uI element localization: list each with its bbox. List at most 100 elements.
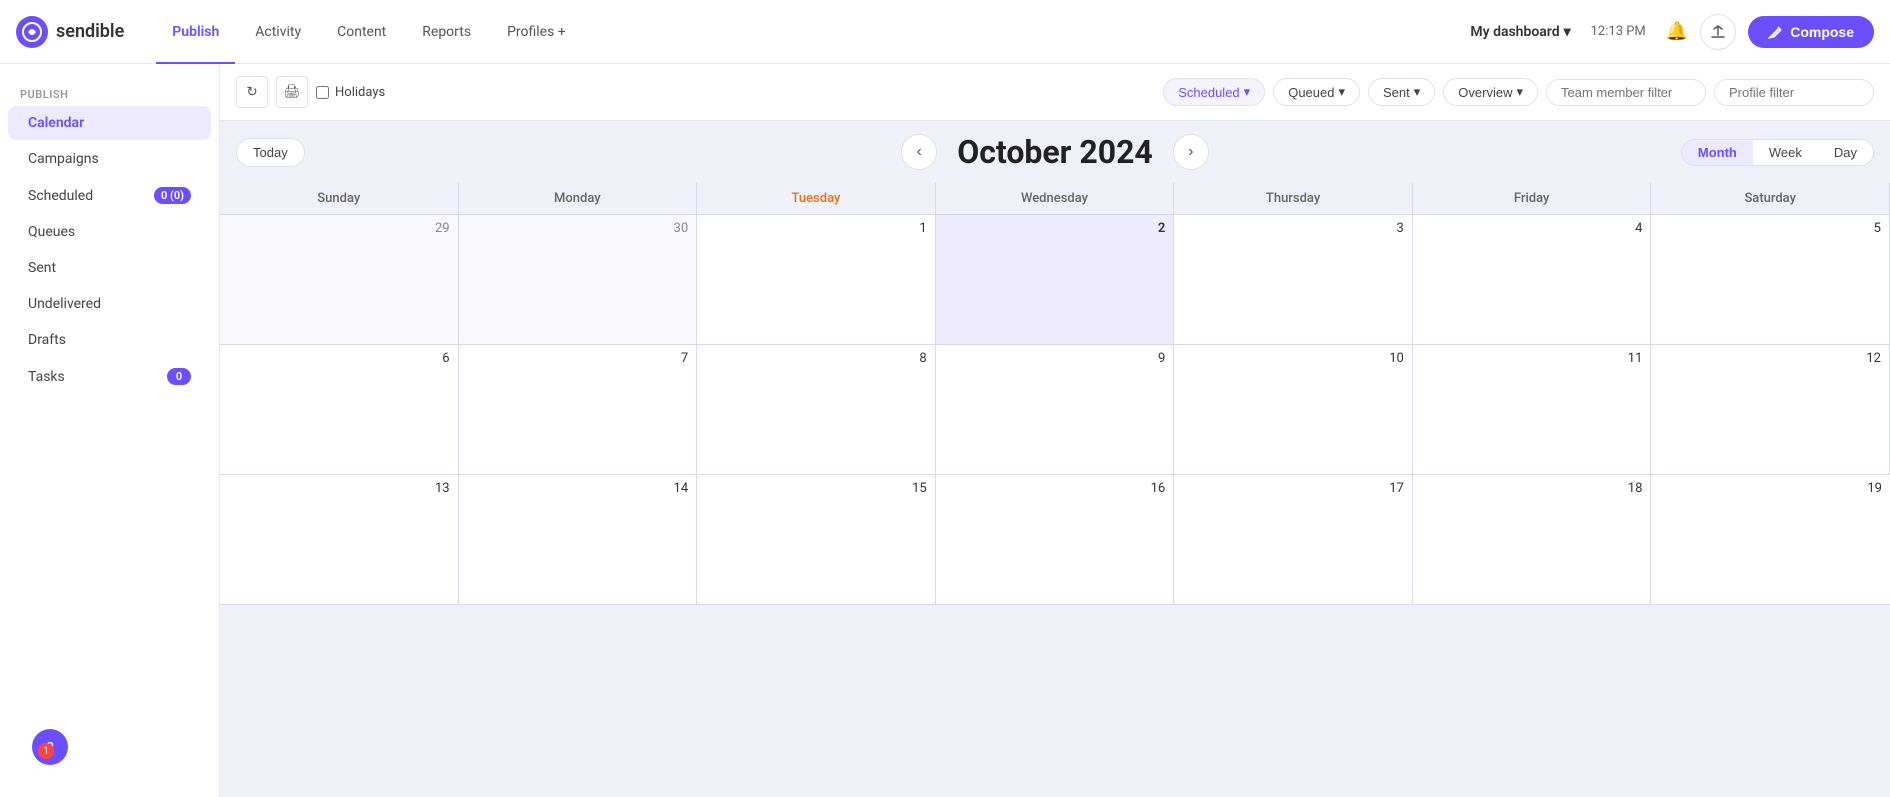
logo-area: sendible <box>16 16 124 48</box>
calendar-body: 293012345678910111213141516171819 <box>220 215 1890 605</box>
cal-cell-0-6[interactable]: 5 <box>1651 215 1890 345</box>
day-header-thursday: Thursday <box>1174 183 1413 214</box>
nav-profiles[interactable]: Profiles + <box>491 16 582 48</box>
sidebar-item-campaigns[interactable]: Campaigns <box>8 142 211 176</box>
calendar-grid: Sunday Monday Tuesday Wednesday Thursday… <box>220 183 1890 797</box>
upload-button[interactable] <box>1700 14 1736 50</box>
overview-filter-button[interactable]: Overview ▾ <box>1443 78 1538 106</box>
refresh-icon: ↻ <box>246 84 257 100</box>
time-display: 12:13 PM <box>1591 24 1646 39</box>
scheduled-filter-button[interactable]: Scheduled ▾ <box>1163 78 1265 106</box>
scheduled-chevron-icon: ▾ <box>1244 84 1251 100</box>
prev-month-button[interactable]: ‹ <box>901 134 937 170</box>
calendar-title: October 2024 <box>957 133 1153 171</box>
cal-cell-0-5[interactable]: 4 <box>1413 215 1652 345</box>
compose-button[interactable]: Compose <box>1748 16 1874 48</box>
nav-activity[interactable]: Activity <box>239 16 317 48</box>
queued-chevron-icon: ▾ <box>1338 84 1345 100</box>
cal-cell-1-6[interactable]: 12 <box>1651 345 1890 475</box>
cal-cell-1-1[interactable]: 7 <box>459 345 698 475</box>
day-number-0-0: 29 <box>228 221 450 236</box>
day-header-sunday: Sunday <box>220 183 459 214</box>
cal-cell-1-3[interactable]: 9 <box>936 345 1175 475</box>
day-number-2-4: 17 <box>1182 481 1404 496</box>
sidebar-item-queues[interactable]: Queues <box>8 215 211 249</box>
bell-icon[interactable]: 🔔 <box>1666 21 1688 42</box>
team-member-filter-input[interactable] <box>1546 79 1706 106</box>
toolbar: ↻ 🖨 Holidays Scheduled ▾ Queued ▾ Sent ▾ <box>220 64 1890 121</box>
cal-cell-2-4[interactable]: 17 <box>1174 475 1413 605</box>
logo-icon <box>16 16 48 48</box>
day-number-0-5: 4 <box>1421 221 1643 236</box>
sidebar-section-label: PUBLISH <box>0 80 219 105</box>
cal-cell-1-4[interactable]: 10 <box>1174 345 1413 475</box>
cal-cell-0-1[interactable]: 30 <box>459 215 698 345</box>
day-header-saturday: Saturday <box>1651 183 1890 214</box>
cal-cell-2-6[interactable]: 19 <box>1651 475 1890 605</box>
sidebar-item-tasks[interactable]: Tasks 0 <box>8 359 211 394</box>
tasks-badge: 0 <box>167 368 191 385</box>
day-number-2-6: 19 <box>1659 481 1882 496</box>
top-nav: sendible Publish Activity Content Report… <box>0 0 1890 64</box>
month-view-button[interactable]: Month <box>1682 140 1753 165</box>
day-header-tuesday: Tuesday <box>697 183 936 214</box>
sidebar-item-drafts[interactable]: Drafts <box>8 323 211 357</box>
day-header-wednesday: Wednesday <box>936 183 1175 214</box>
cal-cell-0-3[interactable]: 2 <box>936 215 1175 345</box>
content-area: ↻ 🖨 Holidays Scheduled ▾ Queued ▾ Sent ▾ <box>220 64 1890 797</box>
sent-filter-button[interactable]: Sent ▾ <box>1368 78 1435 106</box>
print-button[interactable]: 🖨 <box>276 76 308 108</box>
cal-cell-1-5[interactable]: 11 <box>1413 345 1652 475</box>
week-view-button[interactable]: Week <box>1753 140 1818 165</box>
cal-cell-2-1[interactable]: 14 <box>459 475 698 605</box>
cal-cell-0-2[interactable]: 1 <box>697 215 936 345</box>
day-number-2-2: 15 <box>705 481 927 496</box>
day-headers-row: Sunday Monday Tuesday Wednesday Thursday… <box>220 183 1890 215</box>
sidebar-item-sent[interactable]: Sent <box>8 251 211 285</box>
holidays-checkbox[interactable] <box>316 86 329 99</box>
next-month-button[interactable]: › <box>1173 134 1209 170</box>
day-view-button[interactable]: Day <box>1818 140 1873 165</box>
main-layout: PUBLISH Calendar Campaigns Scheduled 0 (… <box>0 64 1890 797</box>
print-icon: 🖨 <box>284 84 301 100</box>
nav-links: Publish Activity Content Reports Profile… <box>156 16 1470 48</box>
cal-cell-1-2[interactable]: 8 <box>697 345 936 475</box>
sidebar-item-undelivered[interactable]: Undelivered <box>8 287 211 321</box>
day-number-1-2: 8 <box>705 351 927 366</box>
cal-cell-0-0[interactable]: 29 <box>220 215 459 345</box>
day-number-2-5: 18 <box>1421 481 1643 496</box>
prev-icon: ‹ <box>917 143 922 161</box>
help-button-wrapper: ? 1 <box>16 745 52 781</box>
cal-cell-2-3[interactable]: 16 <box>936 475 1175 605</box>
help-notification-dot: 1 <box>38 743 54 759</box>
calendar-header: Today ‹ October 2024 › Month Week Day <box>220 121 1890 183</box>
day-number-1-6: 12 <box>1659 351 1881 366</box>
scheduled-badge: 0 (0) <box>154 187 191 204</box>
day-header-friday: Friday <box>1413 183 1652 214</box>
day-number-2-3: 16 <box>944 481 1166 496</box>
nav-publish[interactable]: Publish <box>156 16 235 48</box>
profile-filter-input[interactable] <box>1714 79 1874 106</box>
today-button[interactable]: Today <box>236 138 305 167</box>
overview-chevron-icon: ▾ <box>1516 84 1523 100</box>
nav-reports[interactable]: Reports <box>406 16 487 48</box>
cal-cell-2-5[interactable]: 18 <box>1413 475 1652 605</box>
queued-filter-button[interactable]: Queued ▾ <box>1273 78 1360 106</box>
cal-cell-0-4[interactable]: 3 <box>1174 215 1413 345</box>
cal-cell-2-2[interactable]: 15 <box>697 475 936 605</box>
sidebar-item-scheduled[interactable]: Scheduled 0 (0) <box>8 178 211 213</box>
sidebar-item-calendar[interactable]: Calendar <box>8 106 211 140</box>
day-header-monday: Monday <box>459 183 698 214</box>
sent-chevron-icon: ▾ <box>1414 84 1421 100</box>
day-number-2-1: 14 <box>467 481 689 496</box>
nav-right: My dashboard ▾ 12:13 PM 🔔 Compose <box>1470 14 1874 50</box>
day-number-0-2: 1 <box>705 221 927 236</box>
nav-content[interactable]: Content <box>321 16 402 48</box>
cal-cell-1-0[interactable]: 6 <box>220 345 459 475</box>
cal-cell-2-0[interactable]: 13 <box>220 475 459 605</box>
refresh-button[interactable]: ↻ <box>236 76 268 108</box>
holidays-checkbox-label[interactable]: Holidays <box>316 85 385 100</box>
dashboard-label[interactable]: My dashboard ▾ <box>1470 24 1570 40</box>
day-number-0-4: 3 <box>1182 221 1404 236</box>
day-number-1-5: 11 <box>1421 351 1643 366</box>
